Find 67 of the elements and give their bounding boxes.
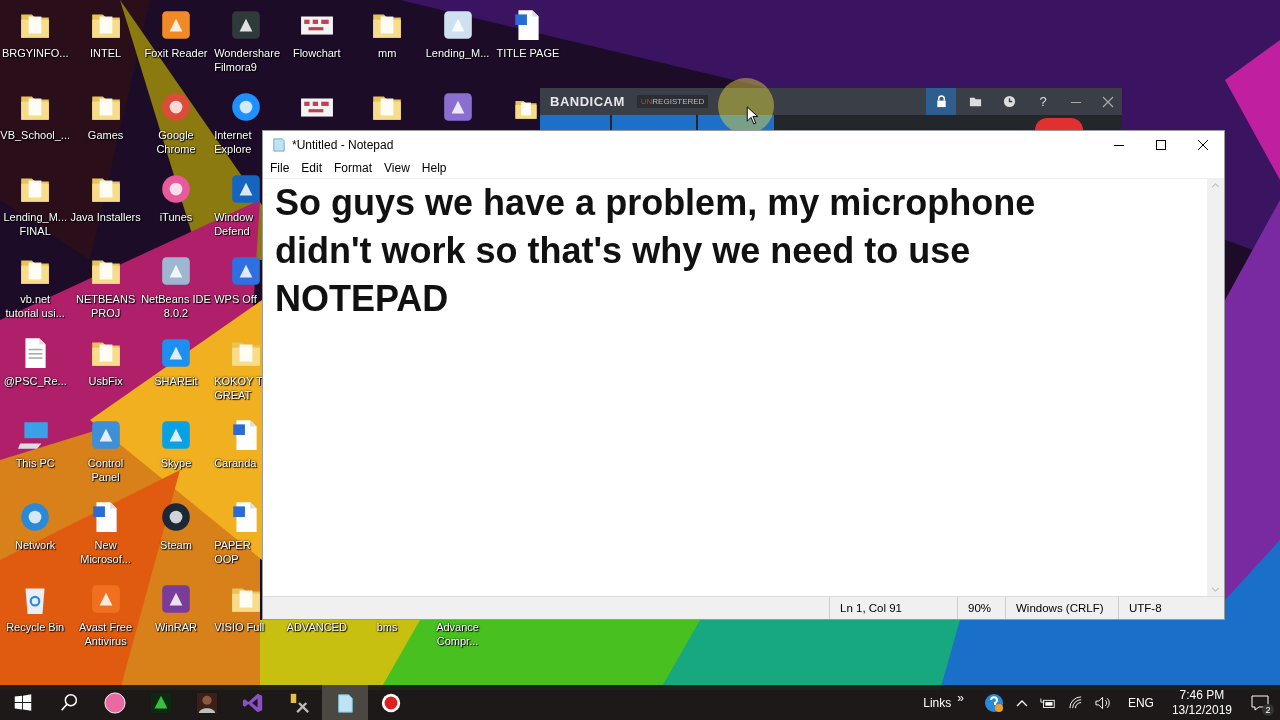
clock-date[interactable]: 13/12/2019 (1171, 702, 1232, 718)
desktop-icon-label[interactable]: UsbFix (88, 374, 123, 388)
window-title: *Untitled - Notepad (292, 137, 394, 152)
battery-icon[interactable] (1039, 696, 1056, 709)
clock-icon (1002, 95, 1016, 108)
desktop-icon-label[interactable]: BRGYINFO... (1, 46, 69, 60)
person-icon (196, 691, 218, 714)
caret-icon[interactable] (1015, 698, 1028, 707)
menu-item[interactable]: Edit (295, 161, 329, 175)
desktop-icon-label[interactable]: Avast Free Antivirus (79, 620, 133, 648)
close-icon (1198, 139, 1208, 150)
search-icon (58, 691, 80, 714)
desktop-icon-label[interactable]: New Microsof... (80, 538, 131, 566)
desktop-icon-label[interactable]: Games (87, 128, 124, 142)
tools-icon (288, 691, 310, 714)
desktop-icon-label[interactable]: TITLE PAGE (496, 46, 560, 60)
links-toolbar-label[interactable]: Links (923, 695, 952, 710)
wifi-icon[interactable] (1067, 695, 1083, 710)
unregistered-badge: UNREGISTERED (636, 95, 709, 108)
notifications-button[interactable]: 2 (1240, 685, 1280, 720)
menu-item[interactable]: View (378, 161, 416, 175)
menu-item[interactable]: File (264, 161, 296, 175)
desktop-icon-label[interactable]: Wondershare Filmora9 (214, 46, 280, 74)
status-text: UTF-8 (1118, 597, 1216, 619)
speech-bubble-icon (1251, 694, 1269, 711)
record-button[interactable] (1035, 118, 1083, 130)
circle-icon (104, 691, 126, 714)
lock-button[interactable] (926, 88, 956, 115)
status-text: Ln 1, Col 91 (829, 597, 957, 619)
windows-icon (12, 691, 34, 714)
menu-item[interactable]: Format (328, 161, 379, 175)
desktop-icon-label[interactable]: @PSC_Re... (3, 374, 67, 388)
help-button[interactable]: ? (1028, 88, 1058, 115)
desktop-icon-label[interactable]: Lending_M... (425, 46, 490, 60)
desktop-icon-label[interactable]: NETBEANS PROJ (75, 292, 136, 320)
desktop-icon-label[interactable]: Flowchart (292, 46, 341, 60)
clock-time[interactable]: 7:46 PM (1179, 687, 1225, 703)
folder-icon (968, 95, 982, 108)
desktop-icon-label[interactable]: Java Installers (70, 210, 141, 224)
taskbar-button[interactable] (322, 685, 368, 720)
desktop-icon-label[interactable]: Recycle Bin (6, 620, 65, 634)
maximize-icon (1156, 139, 1166, 150)
record-icon (380, 691, 402, 714)
game-icon (150, 691, 172, 714)
desktop-icon-label[interactable]: NetBeans IDE 8.0.2 (141, 292, 211, 320)
menu-item[interactable]: Help (415, 161, 453, 175)
notepad-icon (271, 137, 286, 152)
desktop-icon-label[interactable]: Foxit Reader (144, 46, 208, 60)
desktop-icon-label[interactable]: INTEL (90, 46, 122, 60)
status-text: 90% (957, 597, 1005, 619)
toolbar-chevron[interactable]: » (957, 690, 964, 705)
volume-icon[interactable] (1094, 695, 1112, 710)
lock-icon (934, 95, 948, 108)
desktop-icon-label[interactable]: Internet Explore (214, 128, 252, 156)
close-icon[interactable] (1102, 95, 1114, 108)
text-area[interactable]: So guys we have a problem, my microphone didn't work so that's why we need to use NOTEPAD (263, 179, 1207, 596)
bandicam-logo: BANDICAM (550, 94, 625, 109)
desktop-icon-label[interactable]: Lending_M... FINAL (3, 210, 67, 238)
status-text: Windows (CRLF) (1005, 597, 1118, 619)
desktop-icon-label[interactable]: iTunes (159, 210, 193, 224)
desktop-icon-label[interactable]: Window Defend (214, 210, 254, 238)
desktop-icon-label[interactable]: VB_School_... (0, 128, 71, 142)
cursor-icon (746, 106, 758, 125)
desktop-icon-label[interactable]: Google Chrome (156, 128, 196, 156)
language-indicator[interactable]: ENG (1127, 695, 1154, 710)
desktop-icon-label[interactable]: mm (378, 46, 397, 60)
help-icon[interactable] (983, 692, 1004, 713)
